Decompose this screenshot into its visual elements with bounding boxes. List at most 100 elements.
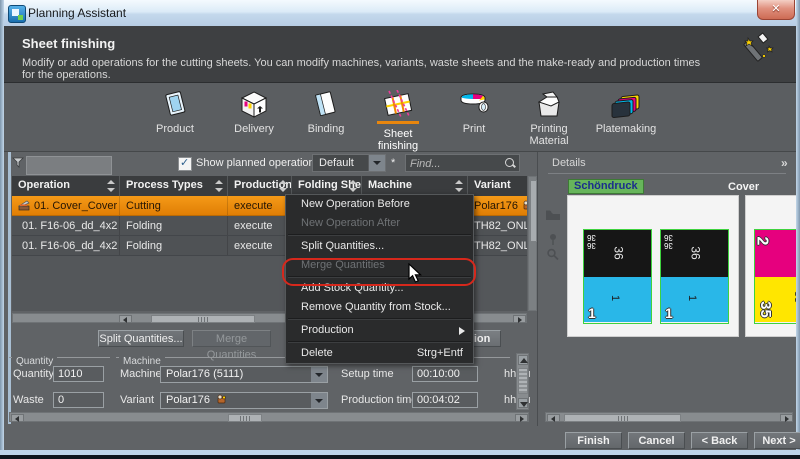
folder-tool-icon[interactable] (545, 208, 561, 222)
left-panel-horizontal-scrollbar[interactable] (9, 412, 529, 422)
step-label: Binding (290, 123, 362, 135)
panel-divider (537, 152, 538, 426)
details-divider (548, 173, 786, 174)
menu-item-production[interactable]: Production (286, 321, 473, 340)
variant-value: Polar176 (166, 394, 210, 406)
split-quantities-button[interactable]: Split Quantities... (98, 330, 184, 347)
scroll-left-button[interactable] (547, 414, 560, 422)
magnifier-tool-icon[interactable] (545, 248, 561, 262)
active-step-underline (377, 121, 419, 124)
platemaking-icon (590, 89, 662, 119)
merge-quantities-button: Merge Quantities (192, 330, 271, 347)
sheet-preview[interactable]: 2 2 35 35 (745, 195, 796, 337)
step-print[interactable]: Print (438, 89, 510, 135)
machine-value: Polar176 (5111) (166, 368, 243, 380)
sort-icon[interactable] (279, 180, 287, 192)
page-block[interactable]: 2 2 35 35 (754, 229, 796, 324)
find-box[interactable] (405, 154, 520, 172)
waste-input[interactable] (53, 392, 104, 408)
column-folding-sheet[interactable]: Folding Sheet (292, 176, 362, 196)
setup-time-input[interactable] (412, 366, 478, 382)
table-header: Operation Process Types Production Foldi… (12, 176, 527, 196)
details-horizontal-scrollbar[interactable] (545, 412, 793, 422)
scroll-right-button[interactable] (513, 315, 526, 323)
table-vertical-scrollbar[interactable] (528, 176, 537, 311)
page-block[interactable]: 3636 36 1 1 (583, 229, 652, 324)
step-binding[interactable]: Binding (290, 89, 362, 135)
quantity-input[interactable] (53, 366, 104, 382)
window-edge (0, 455, 800, 459)
sort-icon[interactable] (349, 180, 357, 192)
step-delivery[interactable]: Delivery (218, 89, 290, 135)
title-bar[interactable]: Planning Assistant (0, 0, 800, 27)
preset-value: Default (319, 157, 354, 169)
column-production[interactable]: Production (228, 176, 292, 196)
expand-panel-icon[interactable]: » (781, 156, 788, 170)
search-icon (504, 157, 516, 169)
step-label: Printing Material (513, 123, 585, 147)
details-title: Details (552, 157, 586, 169)
waste-label: Waste (13, 394, 44, 406)
machine-dropdown[interactable]: Polar176 (5111) (160, 366, 328, 383)
pin-tool-icon[interactable] (545, 232, 561, 246)
cancel-button[interactable]: Cancel (628, 432, 685, 449)
page-magenta-half: 2 2 (755, 230, 796, 277)
mouse-cursor (408, 263, 423, 284)
step-printing-material[interactable]: Printing Material (513, 89, 585, 147)
menu-item-new-operation-before[interactable]: New Operation Before (286, 195, 473, 214)
operation-name: 01. F16-06_dd_4x2 ... (22, 240, 120, 252)
sort-icon[interactable] (455, 180, 463, 192)
scrollbar-thumb[interactable] (228, 414, 262, 422)
print-icon (438, 89, 510, 119)
menu-item-split-quantities[interactable]: Split Quantities... (286, 237, 473, 256)
page-block[interactable]: 3636 36 1 1 (660, 229, 729, 324)
cover-tag: Cover (728, 181, 759, 193)
panel-splitter[interactable] (8, 152, 11, 424)
close-button[interactable]: ✕ (757, 0, 795, 20)
scrollbar-thumb[interactable] (151, 315, 255, 323)
window-border-right (796, 0, 800, 459)
submenu-arrow-icon (459, 327, 465, 335)
operation-name: 01. F16-06_dd_4x2 ... (22, 220, 120, 232)
planning-assistant-window: Planning Assistant ✕ Sheet finishing Mod… (0, 0, 800, 459)
menu-item-new-operation-after: New Operation After (286, 214, 473, 233)
page-title: Sheet finishing (22, 36, 115, 51)
menu-item-remove-quantity-from-stock[interactable]: Remove Quantity from Stock... (286, 298, 473, 317)
column-machine[interactable]: Machine (362, 176, 468, 196)
scroll-right-button[interactable] (780, 414, 793, 422)
sort-icon[interactable] (107, 180, 115, 192)
show-planned-checkbox[interactable] (178, 157, 192, 171)
page-black-half: 3636 36 (661, 230, 728, 277)
scrollbar-thumb[interactable] (564, 414, 681, 422)
find-input[interactable] (408, 156, 504, 171)
filter-input[interactable] (26, 156, 112, 175)
back-button[interactable]: < Back (691, 432, 748, 449)
menu-item-delete[interactable]: DeleteStrg+Entf (286, 344, 473, 363)
sort-icon[interactable] (215, 180, 223, 192)
details-panel: Details » Schöndruck Cover 3636 36 1 1 (539, 152, 796, 426)
column-operation[interactable]: Operation (12, 176, 120, 196)
scroll-left-button[interactable] (11, 414, 24, 422)
form-vertical-scrollbar[interactable] (516, 353, 529, 410)
step-platemaking[interactable]: Platemaking (590, 89, 662, 135)
production-time-input[interactable] (412, 392, 478, 408)
finish-button[interactable]: Finish (565, 432, 622, 449)
column-variant[interactable]: Variant (468, 176, 527, 196)
variant-dropdown[interactable]: Polar176 (160, 392, 328, 409)
step-product[interactable]: Product (139, 89, 211, 135)
filter-icon[interactable] (12, 157, 25, 169)
column-process-types[interactable]: Process Types (120, 176, 228, 196)
menu-separator (288, 341, 471, 343)
preset-modified-marker: * (391, 157, 395, 169)
scroll-left-button[interactable] (119, 315, 132, 323)
next-button[interactable]: Next > (754, 432, 800, 449)
step-sheet-finishing[interactable]: Sheet finishing (362, 89, 434, 152)
sheet-preview[interactable]: 3636 36 1 1 3636 36 1 1 (567, 195, 739, 337)
step-label: Product (139, 123, 211, 135)
quantity-label: Quantity (13, 368, 54, 380)
product-icon (139, 89, 211, 119)
preset-dropdown[interactable]: Default (312, 154, 386, 172)
scroll-right-button[interactable] (515, 414, 528, 422)
magic-wand-icon (742, 32, 776, 64)
schoendruck-tag: Schöndruck (568, 179, 644, 194)
